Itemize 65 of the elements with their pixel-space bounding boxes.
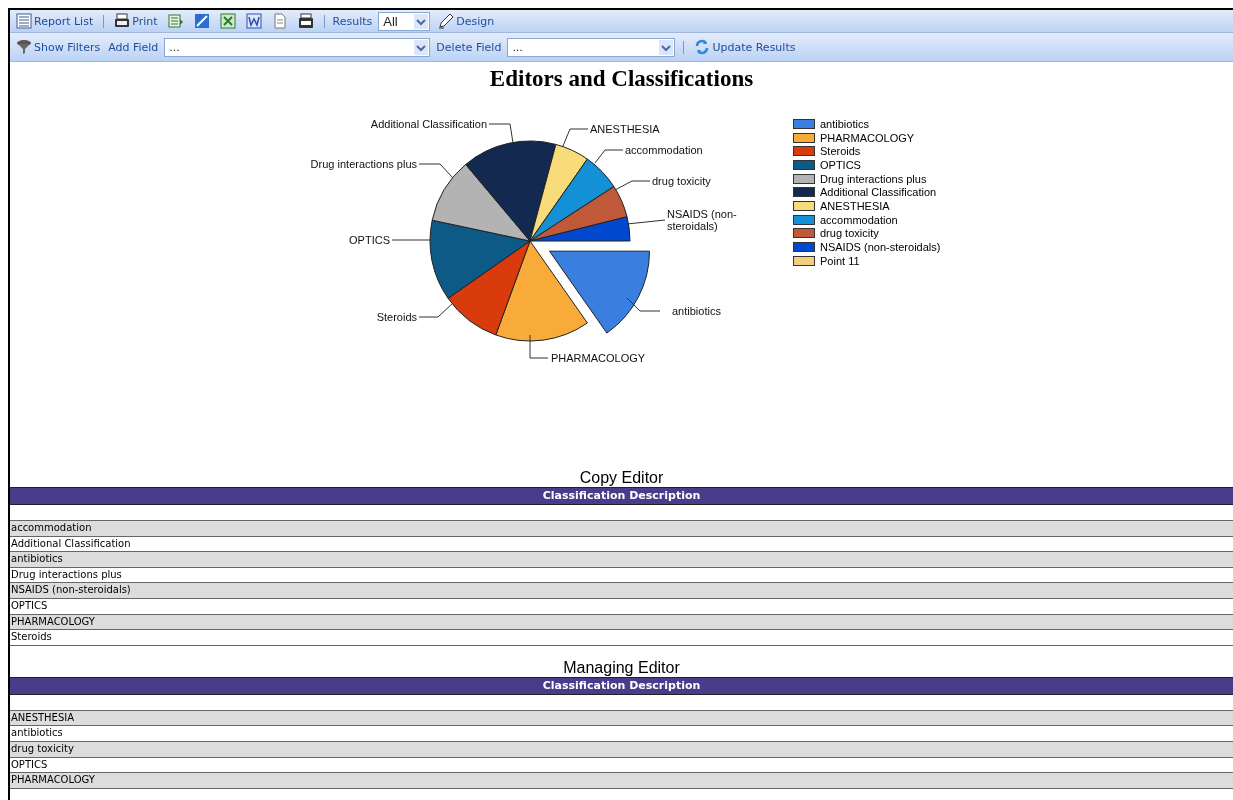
toolbar-button[interactable]: Update Results (692, 39, 798, 55)
section-title: Managing Editor (562, 657, 681, 677)
table-cell: antibiotics (10, 552, 1233, 568)
leader-line (488, 123, 514, 144)
table-cell: Steroids (10, 630, 1233, 646)
leader-line (418, 302, 454, 318)
field-label: Results (332, 14, 373, 28)
excel-button[interactable] (217, 13, 238, 29)
slice-label: Drug interactions plus (310, 158, 417, 170)
legend-label: OPTICS (820, 158, 861, 171)
column-header: Classification Description (10, 487, 1233, 505)
caret-icon (414, 13, 429, 29)
caret-icon (659, 39, 674, 55)
slice-label: ANESTHESIA (590, 123, 660, 135)
word-button[interactable] (243, 13, 264, 29)
pencil-icon (438, 13, 455, 29)
slice-label: accommodation (625, 144, 703, 156)
report-title: Editors and Classifications (488, 66, 755, 93)
caret-icon (414, 39, 429, 55)
legend-label: Drug interactions plus (820, 172, 927, 185)
field-label: Delete Field (436, 40, 502, 54)
leader-line (614, 180, 651, 191)
table-cell: PHARMACOLOGY (10, 773, 1233, 789)
legend-label: Point 11 (820, 254, 860, 267)
slice-label: PHARMACOLOGY (551, 352, 646, 364)
dropdown[interactable]: ... (507, 37, 676, 57)
table-cell: NSAIDS (non-steroidals) (10, 583, 1233, 599)
leader-line (529, 334, 549, 359)
funnel-icon (16, 39, 32, 55)
section-title: Copy Editor (578, 468, 665, 487)
leader-line (594, 149, 624, 164)
slice-label: antibiotics (672, 305, 721, 317)
slice-label: OPTICS (349, 234, 390, 246)
toolbar-button[interactable]: Show Filters (14, 39, 103, 55)
leader-line (626, 219, 666, 225)
field-label: Add Field (108, 40, 159, 54)
leader-line (562, 128, 589, 147)
refresh-icon (694, 39, 711, 55)
list-icon (16, 13, 32, 29)
spreadsheet-button[interactable] (165, 13, 186, 29)
legend-label: antibiotics (820, 117, 869, 130)
dropdown[interactable]: All (378, 11, 431, 31)
legend-label: Steroids (820, 145, 861, 158)
slice-label: Additional Classification (370, 118, 487, 130)
slice-label: Steroids (376, 311, 417, 323)
table-cell: accommodation (10, 521, 1233, 537)
slice-label: NSAIDS (non-steroidals) (667, 208, 737, 232)
table-cell: antibiotics (10, 726, 1233, 742)
legend-label: ANESTHESIA (820, 199, 890, 212)
column-header: Classification Description (10, 676, 1233, 695)
table-cell: OPTICS (10, 598, 1233, 615)
toolbar-button[interactable]: Print (112, 13, 160, 29)
toolbar-button[interactable]: Report List (14, 13, 96, 29)
leader-line (418, 163, 454, 179)
legend-label: Additional Classification (820, 186, 937, 199)
slice-label: drug toxicity (652, 175, 711, 187)
legend-label: drug toxicity (820, 227, 879, 240)
dropdown[interactable]: ... (164, 37, 431, 57)
legend-label: accommodation (820, 213, 898, 226)
leader-line (391, 239, 431, 241)
toolbar-button[interactable]: Design (436, 13, 497, 29)
legend-label: PHARMACOLOGY (820, 131, 915, 144)
legend-label: NSAIDS (non-steroidals) (820, 241, 941, 254)
leader-line (626, 297, 661, 312)
printer-icon (114, 13, 131, 29)
